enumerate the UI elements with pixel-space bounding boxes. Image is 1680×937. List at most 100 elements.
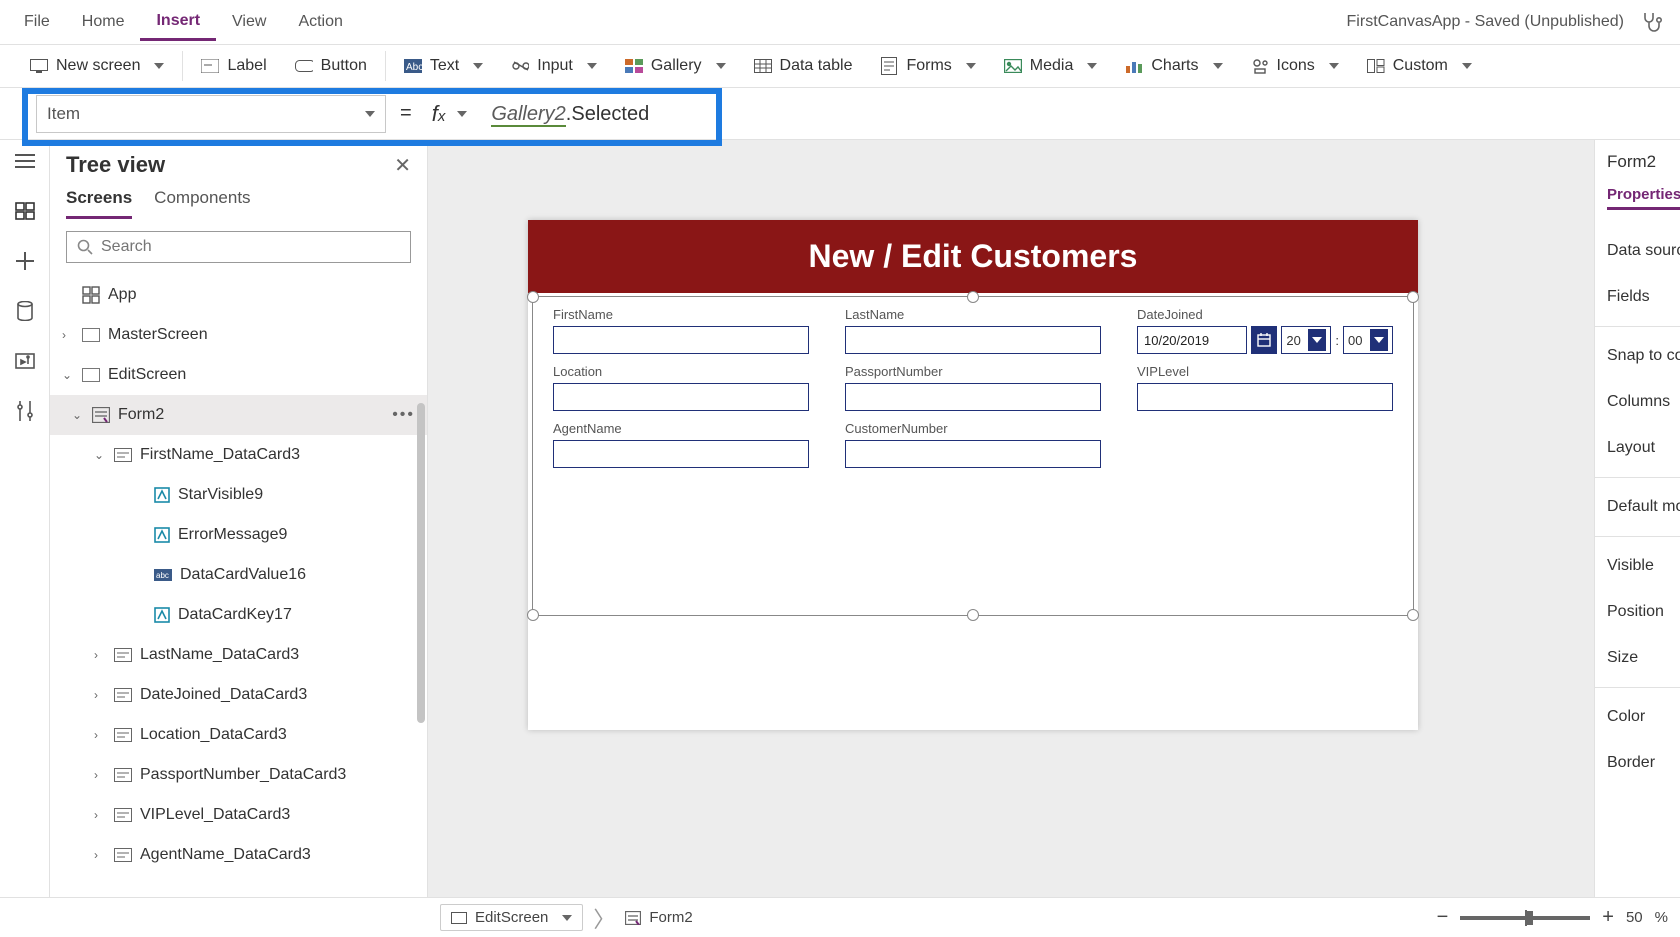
lastname-input[interactable] [845,326,1101,354]
chevron-down-icon[interactable]: ⌄ [94,448,106,462]
resize-handle[interactable] [967,609,979,621]
property-dropdown[interactable]: Item [36,95,386,133]
custom-dropdown[interactable]: Custom [1353,55,1486,77]
close-icon[interactable]: ✕ [394,153,411,178]
zoom-slider[interactable] [1460,916,1590,920]
new-screen-button[interactable]: New screen [16,55,178,77]
chevron-right-icon[interactable]: › [94,648,106,662]
agent-input[interactable] [553,440,809,468]
breadcrumb-form2[interactable]: Form2 [625,909,692,926]
properties-tab[interactable]: Properties [1607,186,1680,210]
data-icon[interactable] [14,300,36,322]
scrollbar-thumb[interactable] [417,403,425,723]
chevron-right-icon[interactable]: › [62,328,74,342]
prop-default-mode[interactable]: Default mode [1603,484,1672,530]
menu-bar: File Home Insert View Action FirstCanvas… [0,0,1680,44]
input-dropdown[interactable]: Input [497,55,611,77]
breadcrumb-editscreen[interactable]: EditScreen [440,904,583,931]
resize-handle[interactable] [1407,291,1419,303]
chevron-right-icon[interactable]: › [94,728,106,742]
zoom-in-button[interactable]: + [1602,906,1614,929]
search-input[interactable] [101,238,400,256]
tree-view-icon[interactable] [14,200,36,222]
tree-node-errormessage[interactable]: ErrorMessage9 [50,515,427,555]
tree-node-editscreen[interactable]: ⌄ EditScreen [50,355,427,395]
prop-size[interactable]: Size [1603,635,1672,681]
tree-node-starvisible[interactable]: StarVisible9 [50,475,427,515]
prop-border[interactable]: Border [1603,740,1672,786]
prop-layout[interactable]: Layout [1603,425,1672,471]
resize-handle[interactable] [1407,609,1419,621]
fx-button[interactable]: fx [426,101,474,127]
tree-node-vip-card[interactable]: › VIPLevel_DataCard3 [50,795,427,835]
resize-handle[interactable] [967,291,979,303]
tree-body[interactable]: App › MasterScreen ⌄ EditScreen ⌄ Form2 … [50,275,427,897]
formula-input[interactable]: Gallery2.Selected [491,101,649,126]
menu-action[interactable]: Action [282,5,358,39]
gallery-icon [625,57,643,75]
tree-node-datacardvalue[interactable]: abc DataCardValue16 [50,555,427,595]
tree-search[interactable] [66,231,411,263]
media-dropdown[interactable]: Media [990,55,1112,77]
hour-dropdown[interactable]: 20 [1281,326,1331,354]
menu-file[interactable]: File [8,5,66,39]
icons-dropdown[interactable]: Icons [1237,55,1353,77]
chevron-right-icon[interactable]: › [94,768,106,782]
forms-dropdown[interactable]: Forms [866,55,989,77]
minute-dropdown[interactable]: 00 [1343,326,1393,354]
prop-columns[interactable]: Columns [1603,379,1672,425]
tab-components[interactable]: Components [154,188,250,219]
chevron-right-icon[interactable]: › [94,848,106,862]
menu-insert[interactable]: Insert [140,4,216,41]
prop-fields[interactable]: Fields [1603,274,1672,320]
prop-color[interactable]: Color [1603,694,1672,740]
data-table-button[interactable]: Data table [740,55,867,77]
passport-input[interactable] [845,383,1101,411]
tree-node-location-card[interactable]: › Location_DataCard3 [50,715,427,755]
label-button[interactable]: Label [187,55,280,77]
media-panel-icon[interactable] [14,350,36,372]
prop-data-source[interactable]: Data source [1603,228,1672,274]
charts-dropdown[interactable]: Charts [1111,55,1236,77]
text-dropdown[interactable]: Abc Text [390,55,497,77]
menu-home[interactable]: Home [66,5,141,39]
tree-node-firstname-card[interactable]: ⌄ FirstName_DataCard3 [50,435,427,475]
advanced-tools-icon[interactable] [14,400,36,422]
vip-input[interactable] [1137,383,1393,411]
hamburger-icon[interactable] [14,150,36,172]
zoom-percent: % [1655,909,1668,926]
customerno-input[interactable] [845,440,1101,468]
button-button[interactable]: Button [281,55,381,77]
chevron-down-icon[interactable]: ⌄ [72,408,84,422]
tree-node-form2[interactable]: ⌄ Form2 ••• [50,395,427,435]
date-input[interactable]: 10/20/2019 [1137,326,1247,354]
diagnostics-icon[interactable] [1640,10,1664,34]
tree-node-masterscreen[interactable]: › MasterScreen [50,315,427,355]
tree-node-datacardkey[interactable]: DataCardKey17 [50,595,427,635]
more-icon[interactable]: ••• [392,406,415,424]
add-icon[interactable] [14,250,36,272]
gallery-dropdown[interactable]: Gallery [611,55,740,77]
firstname-input[interactable] [553,326,809,354]
prop-snap[interactable]: Snap to columns [1603,333,1672,379]
location-input[interactable] [553,383,809,411]
datacard-icon [114,448,132,462]
menu-view[interactable]: View [216,5,282,39]
zoom-out-button[interactable]: − [1437,906,1449,929]
tree-node-lastname-card[interactable]: › LastName_DataCard3 [50,635,427,675]
canvas[interactable]: New / Edit Customers FirstName LastName … [428,140,1594,897]
tree-node-datejoined-card[interactable]: › DateJoined_DataCard3 [50,675,427,715]
prop-visible[interactable]: Visible [1603,543,1672,589]
tab-screens[interactable]: Screens [66,188,132,219]
tree-node-app[interactable]: App [50,275,427,315]
prop-position[interactable]: Position [1603,589,1672,635]
chevron-right-icon[interactable]: › [94,688,106,702]
tree-node-agent-card[interactable]: › AgentName_DataCard3 [50,835,427,875]
calendar-icon[interactable] [1251,326,1277,354]
chevron-down-icon[interactable]: ⌄ [62,368,74,382]
form2-selection[interactable]: FirstName LastName DateJoined 10/20/2019… [532,296,1414,616]
resize-handle[interactable] [527,291,539,303]
chevron-right-icon[interactable]: › [94,808,106,822]
tree-node-passport-card[interactable]: › PassportNumber_DataCard3 [50,755,427,795]
resize-handle[interactable] [527,609,539,621]
